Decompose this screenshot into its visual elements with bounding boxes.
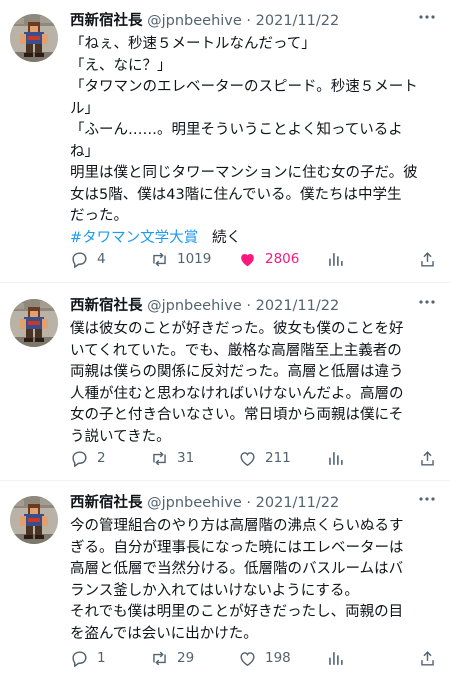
- timestamp[interactable]: 2021/11/22: [256, 13, 340, 29]
- retweet-button[interactable]: 29: [150, 647, 194, 669]
- heart-icon: [240, 651, 255, 666]
- action-bar: 1 29 198: [70, 647, 442, 669]
- tweet-header: 西新宿社長 @jpnbeehive · 2021/11/22: [70, 10, 339, 32]
- text-line: ね」: [70, 143, 99, 160]
- like-button[interactable]: 2806: [238, 248, 299, 270]
- separator: ·: [246, 495, 252, 511]
- timestamp[interactable]: 2021/11/22: [256, 298, 340, 314]
- tweet-text: 今の管理組合のやり方は高層階の沸点くらいぬるす ぎる。自分が理事長になった暁には…: [70, 516, 442, 645]
- share-button[interactable]: [418, 248, 437, 270]
- text-line: 僕は彼女のことが好きだった。彼女も僕のことを好: [70, 321, 404, 337]
- tweet[interactable]: 西新宿社長 @jpnbeehive · 2021/11/22 今の管理組合のやり…: [0, 492, 450, 677]
- tweet[interactable]: 西新宿社長 @jpnbeehive · 2021/11/22 「ねぇ、秒速５メー…: [0, 10, 450, 280]
- text-line: 「ねぇ、秒速５メートルなんだって」: [70, 36, 316, 52]
- tweet-text: 僕は彼女のことが好きだった。彼女も僕のことを好 いてくれていた。でも、厳格な高層…: [70, 319, 442, 448]
- tweet[interactable]: 西新宿社長 @jpnbeehive · 2021/11/22 僕は彼女のことが好…: [0, 295, 450, 475]
- reply-bubble-icon: [72, 450, 87, 467]
- text-line: ル」: [70, 100, 99, 117]
- text-line: 「タワマンのエレベーターのスピード。秒速５メート: [70, 79, 418, 95]
- continued-text: 続く: [211, 229, 241, 246]
- heart-icon: [240, 451, 255, 466]
- author-name[interactable]: 西新宿社長: [70, 495, 143, 511]
- text-line: 「え、なに？」: [70, 57, 172, 74]
- avatar[interactable]: [10, 14, 58, 62]
- avatar[interactable]: [10, 496, 58, 544]
- timestamp[interactable]: 2021/11/22: [256, 495, 340, 511]
- retweet-arrows-icon: [153, 651, 166, 665]
- retweet-count: 31: [177, 450, 195, 466]
- views-button[interactable]: [326, 647, 353, 669]
- text-line: う説いてきた。: [70, 428, 171, 445]
- author-name[interactable]: 西新宿社長: [70, 13, 143, 29]
- reply-bubble-icon: [72, 251, 87, 268]
- separator: ·: [246, 298, 252, 314]
- action-bar: 4 1019 2806: [70, 248, 442, 270]
- like-count: 198: [265, 650, 291, 666]
- retweet-arrows-icon: [153, 451, 166, 465]
- share-upload-icon: [421, 650, 434, 666]
- like-button[interactable]: 211: [238, 447, 291, 469]
- retweet-button[interactable]: 31: [150, 447, 194, 469]
- text-line: 両親は僕らの関係に反対だった。高層と低層は違う: [70, 364, 404, 380]
- reply-button[interactable]: 4: [70, 248, 106, 270]
- hashtag-link[interactable]: #タワマン文学大賞: [70, 230, 198, 246]
- text-line: ぎる。自分が理事長になった暁にはエレベーターは: [70, 539, 404, 556]
- analytics-bars-icon: [329, 451, 343, 465]
- share-upload-icon: [421, 251, 434, 267]
- retweet-arrows-icon: [153, 252, 166, 266]
- text-line: それでも僕は明里のことが好きだったし、両親の目: [70, 604, 404, 620]
- reply-button[interactable]: 2: [70, 447, 106, 469]
- share-button[interactable]: [418, 647, 437, 669]
- text-line: 女の子と付き合いなさい。常日頃から両親は僕にそ: [70, 407, 404, 423]
- reply-bubble-icon: [72, 650, 87, 667]
- tweet-text: 「ねぇ、秒速５メートルなんだって」 「え、なに？」 「タワマンのエレベーターのス…: [70, 34, 442, 249]
- views-button[interactable]: [326, 447, 353, 469]
- like-count: 2806: [265, 251, 300, 267]
- author-name[interactable]: 西新宿社長: [70, 298, 143, 314]
- action-bar: 2 31 211: [70, 447, 442, 469]
- share-button[interactable]: [418, 447, 437, 469]
- tweet-header: 西新宿社長 @jpnbeehive · 2021/11/22: [70, 492, 339, 514]
- text-line: 女は5階、僕は43階に住んでいる。僕たちは中学生: [70, 186, 402, 203]
- retweet-count: 1019: [177, 251, 212, 267]
- hashtag-line: #タワマン文学大賞 続く: [70, 228, 442, 250]
- analytics-bars-icon: [329, 651, 343, 665]
- retweet-button[interactable]: 1019: [150, 248, 211, 270]
- text-line: いてくれていた。でも、厳格な高層階至上主義者の: [70, 342, 402, 359]
- separator: ·: [246, 13, 252, 29]
- retweet-count: 29: [177, 650, 195, 666]
- avatar[interactable]: [10, 299, 58, 347]
- views-button[interactable]: [326, 248, 353, 270]
- divider: [0, 480, 450, 481]
- reply-count: 1: [97, 650, 106, 666]
- text-line: を盗んでは会いに出かけた。: [70, 625, 258, 642]
- text-line: 明里は僕と同じタワーマンションに住む女の子だ。彼: [70, 165, 418, 181]
- divider: [0, 282, 450, 283]
- heart-icon: [241, 253, 254, 266]
- text-line: 人種が住むと思わなければいけないんだよ。高層の: [70, 385, 404, 402]
- text-line: 「ふーん……。明里そういうことよく知っているよ: [70, 122, 403, 138]
- text-line: ランス釜しか入れてはいけないようにする。: [70, 582, 359, 599]
- reply-button[interactable]: 1: [70, 647, 106, 669]
- more-dots-icon[interactable]: [418, 293, 436, 315]
- more-dots-icon[interactable]: [418, 8, 436, 30]
- more-dots-icon[interactable]: [418, 490, 436, 512]
- author-handle[interactable]: @jpnbeehive: [147, 13, 242, 29]
- reply-count: 2: [97, 450, 106, 466]
- text-line: 今の管理組合のやり方は高層階の沸点くらいぬるす: [70, 518, 404, 534]
- share-upload-icon: [421, 450, 434, 466]
- author-handle[interactable]: @jpnbeehive: [147, 298, 242, 314]
- text-line: 高層と低層で当然分ける。低層階のバスルームはバ: [70, 561, 404, 577]
- reply-count: 4: [97, 251, 106, 267]
- analytics-bars-icon: [329, 252, 343, 266]
- author-handle[interactable]: @jpnbeehive: [147, 495, 242, 511]
- text-line: だった。: [70, 208, 128, 224]
- like-count: 211: [265, 450, 291, 466]
- tweet-header: 西新宿社長 @jpnbeehive · 2021/11/22: [70, 295, 339, 317]
- like-button[interactable]: 198: [238, 647, 291, 669]
